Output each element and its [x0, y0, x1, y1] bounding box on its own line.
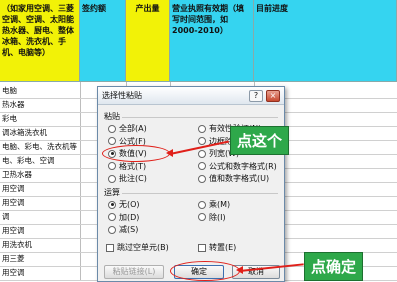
column-header-category[interactable]: （如家用空调、三菱空调、空调、太阳能热水器、厨电、整体冰箱、洗衣机、手机、电脑等… — [0, 0, 80, 82]
radio-button — [108, 124, 116, 133]
close-button[interactable]: × — [266, 89, 280, 102]
operation-extra-radio-1[interactable]: 除(I) — [198, 212, 226, 223]
paste-extra-radio-3[interactable]: 公式和数字格式(R) — [198, 161, 277, 172]
radio-button — [108, 225, 116, 234]
section-divider — [122, 117, 278, 118]
cell-category[interactable]: 电脑、彩电、洗衣机等 — [2, 142, 78, 152]
highlight-ellipse-ok — [170, 261, 240, 281]
highlight-ellipse-values — [102, 145, 170, 162]
checkbox-box — [106, 243, 114, 252]
cell-category[interactable]: 电、彩电、空调 — [2, 156, 78, 166]
cell-category[interactable]: 热水器 — [2, 100, 78, 110]
radio-button — [198, 124, 206, 133]
paste-link-button[interactable]: 粘贴链接(L) — [104, 265, 164, 279]
cell-category[interactable]: 用洗衣机 — [2, 240, 78, 250]
radio-label: 公式和数字格式(R) — [209, 161, 277, 171]
radio-label: 值和数字格式(U) — [209, 174, 270, 183]
cell-category[interactable]: 用空调 — [2, 198, 78, 208]
checkbox-box — [198, 243, 206, 252]
operation-extra-radio-0[interactable]: 乘(M) — [198, 199, 230, 210]
paste-extra-radio-4[interactable]: 值和数字格式(U) — [198, 173, 269, 184]
help-button[interactable]: ? — [249, 89, 263, 102]
skip-blanks-checkbox[interactable]: 跳过空单元(B) — [106, 242, 169, 253]
radio-button — [108, 200, 116, 209]
column-header-license[interactable]: 营业执照有效期（填写时间范围，如2000-2010） — [170, 0, 254, 82]
radio-label: 无(O) — [119, 200, 140, 209]
radio-button — [108, 174, 116, 183]
paste-special-dialog: 选择性粘贴 ? × 粘贴 全部(A)公式(F)数值(V)格式(T)批注(C) 有… — [97, 86, 285, 282]
radio-label: 全部(A) — [119, 124, 147, 133]
radio-button — [198, 162, 206, 170]
radio-label: 格式(T) — [119, 161, 147, 171]
operation-section-label: 运算 — [104, 188, 120, 197]
paste-radio-0[interactable]: 全部(A) — [108, 123, 147, 134]
arrow-head-icon — [236, 266, 243, 274]
arrow-head-icon — [166, 149, 173, 157]
radio-button — [108, 137, 116, 145]
transpose-label: 转置(E) — [209, 243, 237, 252]
radio-button — [198, 137, 206, 145]
operation-radio-2[interactable]: 减(S) — [108, 224, 138, 235]
radio-label: 乘(M) — [209, 200, 231, 209]
cell-category[interactable]: 用三菱 — [2, 254, 78, 264]
transpose-checkbox[interactable]: 转置(E) — [198, 242, 236, 253]
radio-button — [108, 162, 116, 170]
paste-section-label: 粘贴 — [104, 112, 120, 121]
radio-button — [198, 213, 206, 221]
paste-radio-3[interactable]: 格式(T) — [108, 161, 146, 172]
radio-button — [198, 200, 206, 209]
radio-label: 批注(C) — [119, 174, 147, 183]
radio-label: 减(S) — [119, 225, 139, 234]
section-divider — [122, 193, 278, 194]
cell-category[interactable]: 用空调 — [2, 184, 78, 194]
callout-ok: 点确定 — [304, 252, 364, 281]
cell-category[interactable]: 用空调 — [2, 268, 78, 278]
cell-category[interactable]: 调 — [2, 212, 78, 222]
callout-values: 点这个 — [230, 126, 290, 155]
cell-category[interactable]: 调冰箱洗衣机 — [2, 128, 78, 138]
operation-radio-1[interactable]: 加(D) — [108, 212, 139, 223]
paste-radio-4[interactable]: 批注(C) — [108, 173, 147, 184]
dialog-title: 选择性粘贴 — [102, 91, 142, 100]
cell-category[interactable]: 卫热水器 — [2, 170, 78, 180]
radio-button — [108, 213, 116, 221]
radio-label: 加(D) — [119, 212, 140, 222]
cell-category[interactable]: 彩电 — [2, 114, 78, 124]
column-header-output[interactable]: 产出量 — [126, 0, 170, 82]
radio-label: 除(I) — [209, 212, 226, 222]
column-header-progress[interactable]: 目前进度 — [254, 0, 397, 82]
operation-radio-0[interactable]: 无(O) — [108, 199, 140, 210]
dialog-titlebar[interactable]: 选择性粘贴 ? × — [98, 87, 284, 105]
radio-button — [198, 149, 206, 158]
column-header-amount[interactable]: 签约额 — [80, 0, 126, 82]
skip-blanks-label: 跳过空单元(B) — [117, 243, 169, 252]
cell-category[interactable]: 用空调 — [2, 226, 78, 236]
cell-category[interactable]: 电脑 — [2, 86, 78, 96]
radio-button — [198, 174, 206, 183]
